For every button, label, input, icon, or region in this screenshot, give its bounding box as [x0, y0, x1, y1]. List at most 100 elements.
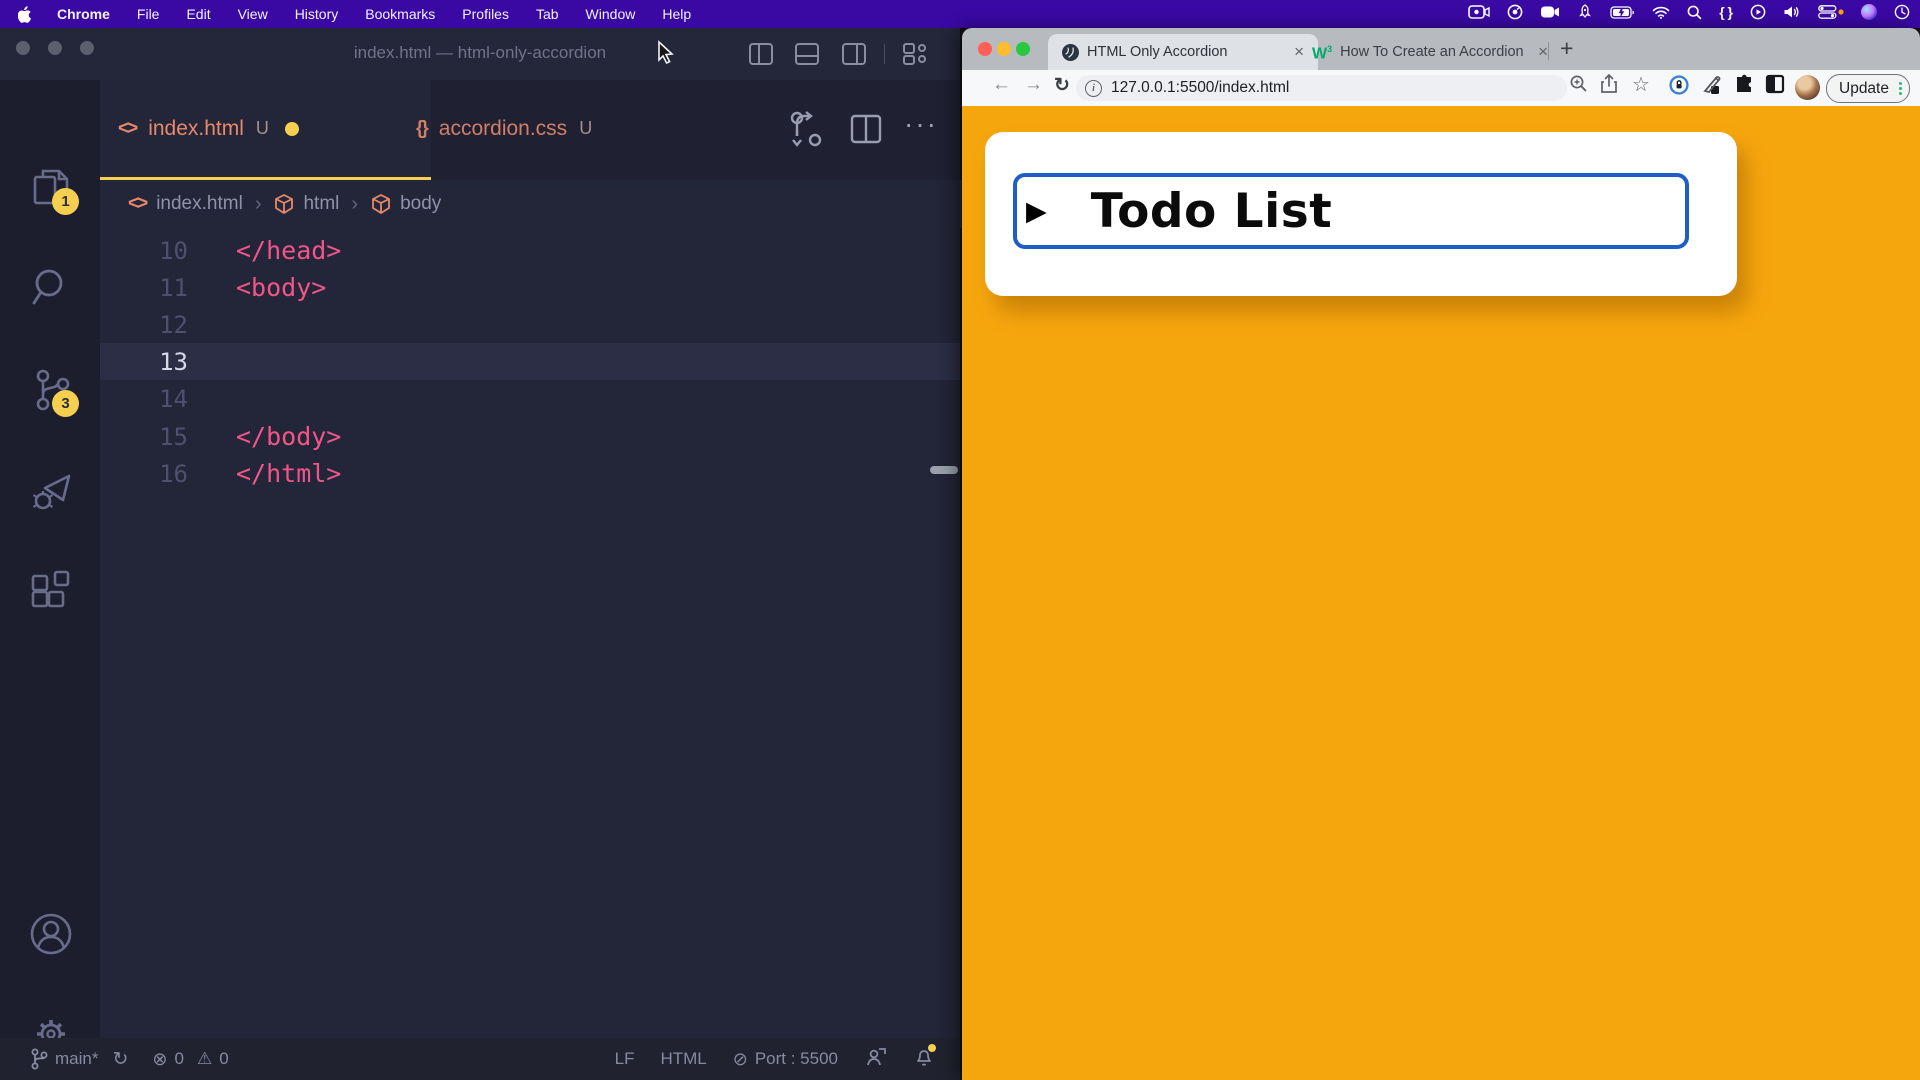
breadcrumb: <> index.html › html › body — [100, 180, 988, 228]
tab-html-only-accordion[interactable]: HTML Only Accordion × — [1048, 34, 1318, 70]
modified-dot-icon[interactable] — [285, 122, 299, 136]
menu-item-bookmarks[interactable]: Bookmarks — [365, 6, 435, 22]
customize-layout-icon[interactable] — [902, 42, 930, 71]
vscode-activity-bar: 1 3 1 — [0, 80, 100, 1066]
chrome-minimize-button[interactable] — [997, 42, 1011, 56]
zoom-icon[interactable] — [1569, 74, 1588, 98]
eol-indicator[interactable]: LF — [615, 1049, 635, 1069]
branch-name: main* — [55, 1049, 98, 1069]
menu-item-help[interactable]: Help — [662, 6, 691, 22]
split-editor-icon[interactable] — [850, 114, 882, 149]
record-target-icon[interactable] — [1507, 3, 1523, 21]
sync-icon[interactable]: ↻ — [112, 1048, 128, 1071]
chrome-zoom-button[interactable] — [1016, 42, 1030, 56]
wifi-icon[interactable] — [1652, 3, 1670, 21]
colorpicker-extension-icon[interactable] — [1702, 74, 1724, 101]
address-bar[interactable]: i 127.0.0.1:5500/index.html — [1076, 75, 1567, 101]
css-file-icon: {} — [416, 118, 427, 140]
tab-title: HTML Only Accordion — [1087, 44, 1282, 60]
mouse-cursor — [655, 40, 677, 71]
clock-icon[interactable] — [1894, 3, 1910, 21]
accordion-title: Todo List — [1091, 184, 1332, 239]
run-debug-icon[interactable] — [29, 468, 75, 519]
tab-index-html[interactable]: <> index.html U — [100, 80, 431, 180]
toggle-primary-sidebar-icon[interactable] — [748, 42, 774, 71]
open-changes-icon[interactable] — [788, 110, 822, 155]
menu-item-tab[interactable]: Tab — [536, 6, 559, 22]
menu-item-history[interactable]: History — [295, 6, 339, 22]
play-circle-icon[interactable] — [1750, 3, 1766, 21]
git-branch-indicator[interactable]: main* — [30, 1048, 98, 1070]
profile-avatar[interactable] — [1795, 75, 1820, 100]
url-text[interactable]: 127.0.0.1:5500/index.html — [1111, 79, 1289, 97]
w3schools-favicon-icon: W3 — [1312, 44, 1332, 61]
git-status-letter: U — [579, 118, 592, 139]
editor-scrollbar-handle[interactable] — [930, 466, 958, 474]
chrome-close-button[interactable] — [978, 42, 992, 56]
code-line: 16</html> — [100, 455, 960, 492]
control-center-icon[interactable] — [1818, 3, 1844, 21]
problems-indicator[interactable]: ⊗ 0 ⚠ 0 — [152, 1049, 228, 1070]
notifications-bell-icon[interactable] — [914, 1046, 934, 1073]
privacy-extension-icon[interactable] — [1668, 74, 1690, 101]
video-camera-icon[interactable] — [1540, 3, 1560, 21]
menu-item-window[interactable]: Window — [586, 6, 636, 22]
extensions-icon[interactable] — [29, 570, 73, 619]
code-line: 12 — [100, 306, 960, 343]
toggle-secondary-sidebar-icon[interactable] — [841, 42, 867, 71]
extensions-puzzle-icon[interactable] — [1734, 74, 1755, 100]
breadcrumb-body[interactable]: body — [400, 193, 441, 215]
menu-item-view[interactable]: View — [238, 6, 268, 22]
rocket-icon[interactable] — [1577, 3, 1593, 21]
menu-item-profiles[interactable]: Profiles — [462, 6, 509, 22]
toggle-panel-icon[interactable] — [794, 42, 820, 71]
spotlight-search-icon[interactable] — [1687, 3, 1702, 21]
chrome-window: HTML Only Accordion × W3 How To Create a… — [962, 28, 1920, 1080]
siri-icon[interactable] — [1861, 3, 1877, 21]
more-actions-icon[interactable]: ··· — [904, 108, 938, 140]
code-line: 15</body> — [100, 418, 960, 455]
volume-icon[interactable] — [1783, 3, 1801, 21]
breadcrumb-file[interactable]: index.html — [156, 193, 243, 215]
kebab-menu-icon — [1899, 82, 1902, 95]
code-editor[interactable]: 10</head> 11<body> 12 13 14 15</body> 16… — [100, 228, 960, 1066]
share-icon[interactable] — [1600, 74, 1618, 99]
tab-close-icon[interactable]: × — [1534, 42, 1552, 62]
breadcrumb-html[interactable]: html — [303, 193, 339, 215]
back-icon[interactable]: ← — [992, 74, 1011, 96]
accordion-summary[interactable]: ▶ Todo List — [1013, 173, 1689, 249]
vscode-window: index.html — html-only-accordion 1 3 1 <… — [0, 28, 960, 1080]
chrome-tab-bar: HTML Only Accordion × W3 How To Create a… — [962, 28, 1920, 70]
new-tab-button[interactable]: + — [1560, 35, 1573, 62]
source-control-badge: 3 — [52, 390, 79, 417]
screen-record-camera-icon[interactable] — [1468, 3, 1490, 21]
dev-braces-icon[interactable]: { } — [1719, 3, 1733, 21]
vscode-title-bar: index.html — html-only-accordion — [0, 28, 960, 80]
menu-item-chrome[interactable]: Chrome — [57, 6, 110, 22]
forward-icon[interactable]: → — [1024, 74, 1043, 96]
update-button[interactable]: Update — [1826, 74, 1910, 103]
site-info-icon[interactable]: i — [1085, 80, 1102, 97]
apple-icon[interactable] — [18, 6, 33, 23]
battery-icon[interactable] — [1610, 3, 1635, 21]
tab-separator — [1548, 42, 1549, 60]
darkmode-extension-icon[interactable] — [1765, 74, 1785, 99]
warning-count: 0 — [219, 1049, 228, 1069]
symbol-cube-icon — [370, 193, 392, 215]
code-line: 11<body> — [100, 269, 960, 306]
menu-item-edit[interactable]: Edit — [186, 6, 210, 22]
details-marker-icon[interactable]: ▶ — [1026, 196, 1047, 227]
menu-item-file[interactable]: File — [137, 6, 160, 22]
tab-how-to-create-accordion[interactable]: W3 How To Create an Accordion × — [1300, 34, 1560, 70]
bookmark-star-icon[interactable]: ☆ — [1632, 72, 1650, 97]
live-share-icon[interactable] — [864, 1046, 888, 1073]
html-file-icon: <> — [128, 193, 146, 215]
reload-icon[interactable]: ↻ — [1054, 74, 1070, 97]
live-server-port[interactable]: ⊘ Port : 5500 — [733, 1049, 838, 1070]
language-mode[interactable]: HTML — [660, 1049, 706, 1069]
search-icon[interactable] — [29, 265, 73, 314]
account-icon[interactable] — [29, 912, 73, 961]
accordion-card: ▶ Todo List — [985, 132, 1737, 296]
tab-accordion-css[interactable]: {} accordion.css U — [398, 80, 714, 177]
macos-menu-bar: Chrome File Edit View History Bookmarks … — [0, 0, 1920, 28]
